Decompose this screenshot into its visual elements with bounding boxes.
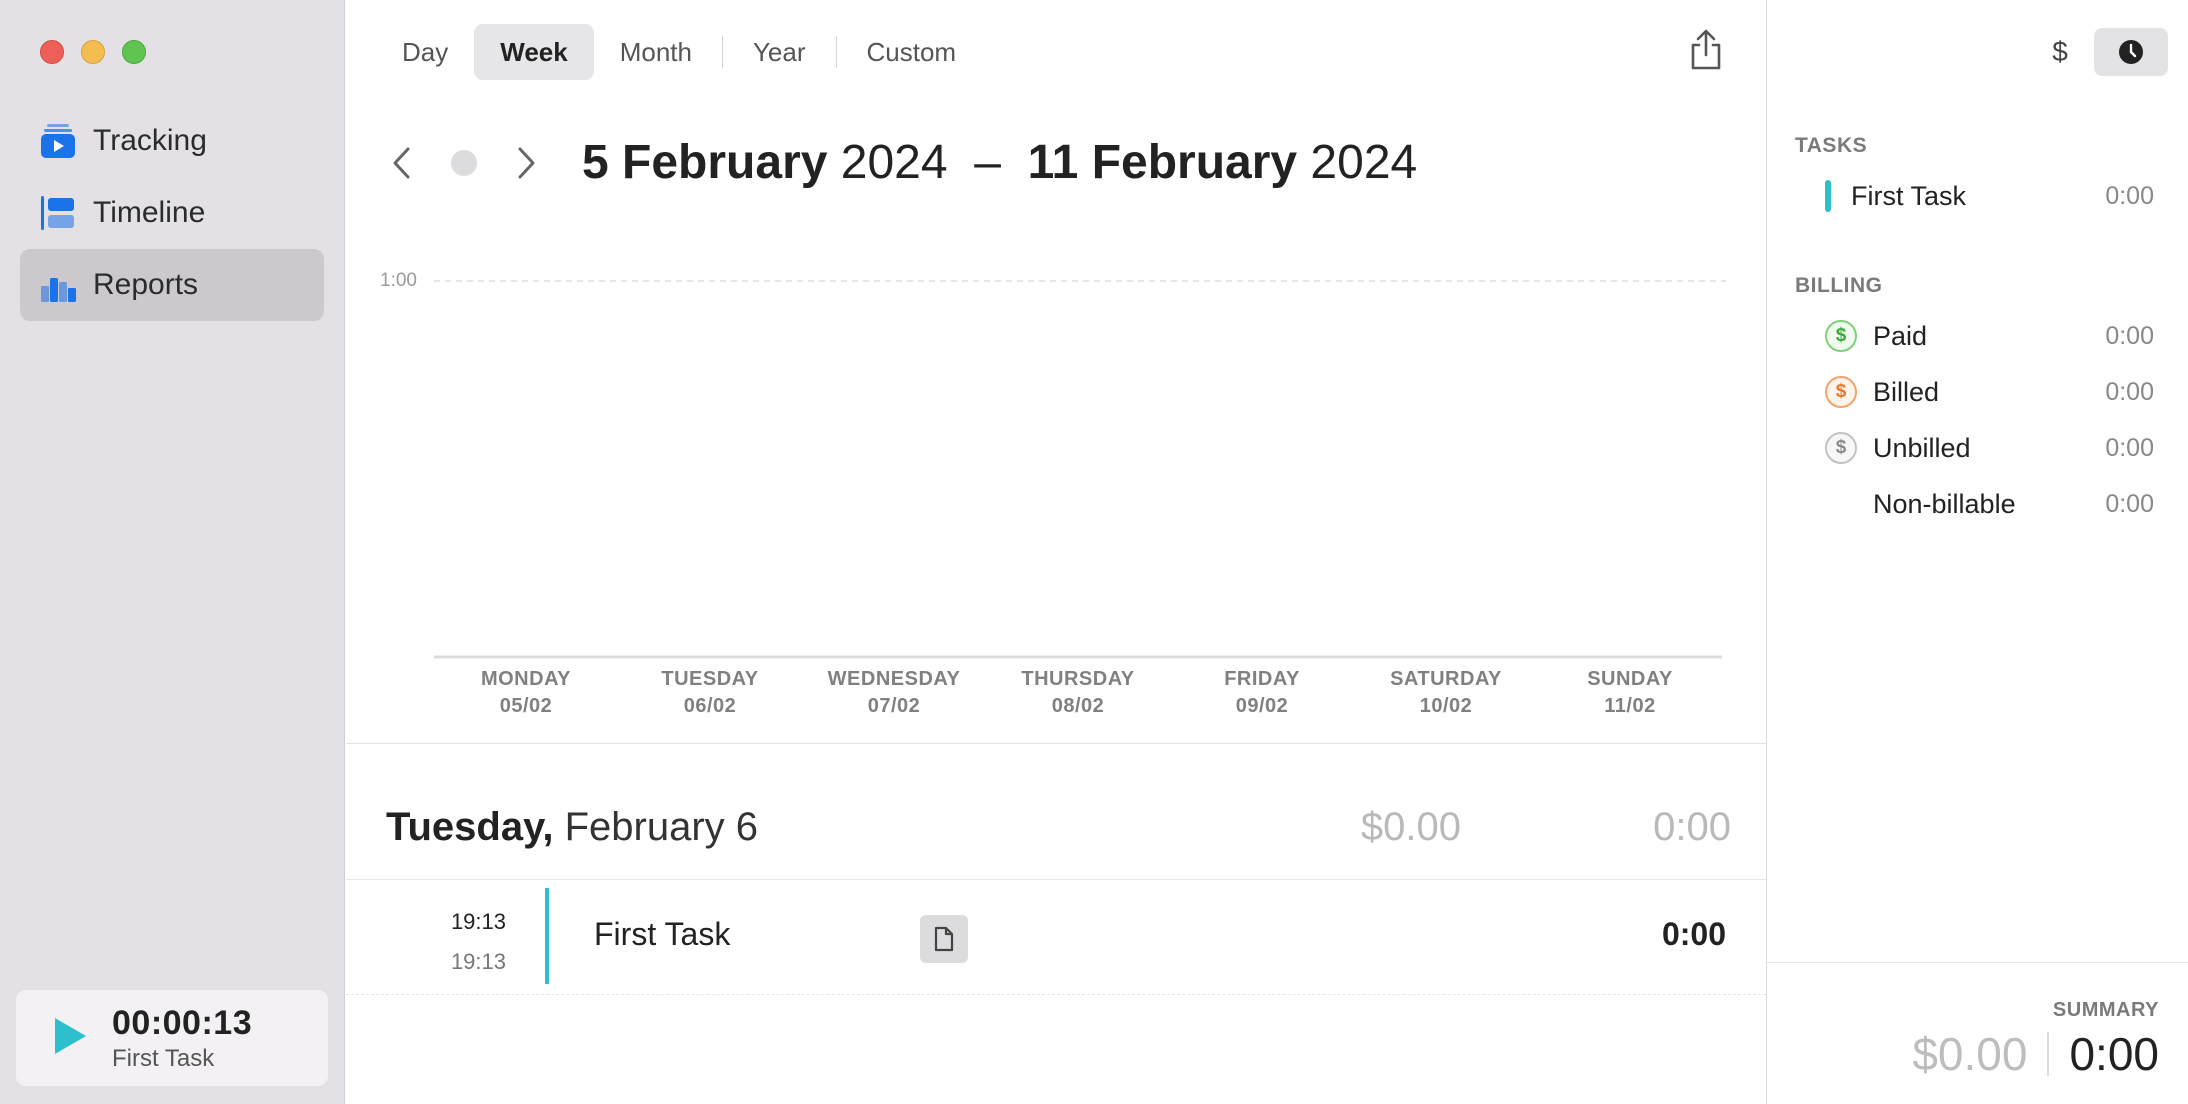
- entry-task-name: First Task: [594, 916, 731, 952]
- range-end-year: 2024: [1297, 136, 1418, 189]
- x-tick-label: SATURDAY 10/02: [1390, 668, 1502, 717]
- x-tick-label: WEDNESDAY 07/02: [827, 668, 961, 717]
- summary-amount: $0.00: [1912, 1028, 2028, 1080]
- billing-row-unbilled[interactable]: $ Unbilled 0:00: [1825, 428, 2154, 468]
- billing-label: Paid: [1873, 320, 1928, 351]
- sidebar-nav: Tracking Timeline Reports: [20, 105, 324, 321]
- window-controls: [40, 40, 146, 64]
- date-range-title: 5 February 2024 – 11 February 2024: [582, 135, 1417, 190]
- sidebar-item-tracking[interactable]: Tracking: [20, 105, 324, 177]
- x-tick-label: SUNDAY 11/02: [1587, 668, 1673, 717]
- day-group-header: Tuesday, February 6 $0.00 0:00: [386, 805, 1731, 850]
- timer-elapsed: 00:00:13: [112, 1003, 253, 1042]
- sidebar-item-timeline[interactable]: Timeline: [20, 177, 324, 249]
- sidebar-item-reports[interactable]: Reports: [20, 249, 324, 321]
- paid-dollar-icon: $: [1825, 320, 1857, 352]
- chevron-left-icon[interactable]: [386, 143, 416, 183]
- share-icon[interactable]: [1686, 28, 1726, 72]
- billing-value: 0:00: [2105, 377, 2154, 406]
- period-year-button[interactable]: Year: [727, 24, 832, 80]
- billing-value: 0:00: [2105, 321, 2154, 350]
- clock-icon[interactable]: [2094, 28, 2168, 76]
- billing-row-non-billable[interactable]: Non-billable 0:00: [1825, 484, 2154, 524]
- maximize-window-button[interactable]: [122, 40, 146, 64]
- range-start-date: 5 February: [582, 136, 828, 189]
- note-icon[interactable]: [920, 915, 968, 963]
- weekly-chart: [434, 280, 1726, 659]
- summary-footer: SUMMARY $0.00 0:00: [1767, 962, 2188, 1104]
- task-color-bar: [545, 888, 549, 984]
- billing-label: Non-billable: [1873, 488, 2016, 519]
- time-entry-row[interactable]: 19:13 19:13 First Task 0:00: [346, 888, 1766, 984]
- money-view-button[interactable]: $: [2026, 28, 2094, 76]
- x-tick-label: MONDAY 05/02: [480, 668, 572, 717]
- period-month-button[interactable]: Month: [594, 24, 718, 80]
- divider: [835, 36, 837, 68]
- day-group-weekday: Tuesday,: [386, 805, 554, 849]
- timeline-icon: [39, 194, 77, 232]
- x-tick-label: THURSDAY 08/02: [1021, 668, 1135, 717]
- summary-totals: $0.00 0:00: [1912, 1027, 2159, 1081]
- period-day-button[interactable]: Day: [376, 24, 474, 80]
- entry-start-time: 19:13: [450, 909, 506, 934]
- x-tick-label: FRIDAY 09/02: [1224, 668, 1300, 717]
- day-group-amount: $0.00: [1360, 805, 1461, 849]
- entry-times: 19:13 19:13: [446, 902, 506, 982]
- divider: [721, 36, 723, 68]
- minimize-window-button[interactable]: [81, 40, 105, 64]
- task-summary-row[interactable]: First Task 0:00: [1825, 176, 2154, 216]
- divider: [346, 994, 1766, 995]
- running-timer-card[interactable]: 00:00:13 First Task: [16, 990, 328, 1086]
- billed-dollar-icon: $: [1825, 376, 1857, 408]
- inspector-panel: $ TASKS First Task 0:00 BILLING $ Paid 0…: [1766, 0, 2188, 1104]
- main-content: Day Week Month Year Custom 5 February 20…: [346, 0, 1766, 1104]
- x-tick-label: TUESDAY 06/02: [661, 668, 759, 717]
- period-custom-button[interactable]: Custom: [841, 24, 983, 80]
- task-summary-name: First Task: [1851, 180, 1967, 211]
- unbilled-dollar-icon: $: [1825, 432, 1857, 464]
- billing-row-paid[interactable]: $ Paid 0:00: [1825, 316, 2154, 356]
- summary-label: SUMMARY: [2052, 999, 2159, 1021]
- sidebar-item-label: Tracking: [93, 124, 207, 157]
- sidebar-item-label: Reports: [93, 268, 199, 301]
- close-window-button[interactable]: [40, 40, 64, 64]
- chevron-right-icon[interactable]: [512, 143, 542, 183]
- date-range-navigation: 5 February 2024 – 11 February 2024: [386, 135, 1417, 190]
- timer-task-name: First Task: [112, 1044, 215, 1072]
- entry-duration: 0:00: [1661, 916, 1726, 952]
- billing-value: 0:00: [2105, 489, 2154, 518]
- billing-label: Billed: [1873, 376, 1940, 407]
- view-mode-toggle: $: [2026, 28, 2168, 76]
- billing-value: 0:00: [2105, 433, 2154, 462]
- day-group-duration: 0:00: [1653, 805, 1731, 849]
- entry-end-time: 19:13: [450, 949, 506, 974]
- summary-duration: 0:00: [2069, 1028, 2159, 1080]
- billing-section-title: BILLING: [1795, 274, 1883, 297]
- sidebar-item-label: Timeline: [93, 196, 206, 229]
- period-week-button[interactable]: Week: [474, 24, 594, 80]
- tracking-icon: [39, 122, 77, 160]
- reports-icon: [39, 266, 77, 304]
- billing-row-billed[interactable]: $ Billed 0:00: [1825, 372, 2154, 412]
- x-axis-labels: MONDAY 05/02 TUESDAY 06/02 WEDNESDAY 07/02 …: [434, 666, 1722, 720]
- range-end-date: 11 February: [1027, 136, 1298, 189]
- sidebar: Tracking Timeline Reports 00:00:13 First…: [0, 0, 345, 1104]
- divider: [346, 879, 1766, 880]
- period-selector: Day Week Month Year Custom: [376, 24, 982, 80]
- range-separator: –: [947, 136, 1028, 189]
- play-icon[interactable]: [52, 1016, 88, 1061]
- day-group-date: February 6: [553, 805, 758, 849]
- divider: [346, 743, 1766, 744]
- task-summary-value: 0:00: [2105, 181, 2154, 210]
- current-period-button[interactable]: [451, 149, 477, 176]
- divider: [2047, 1032, 2050, 1076]
- range-start-year: 2024: [827, 136, 948, 189]
- task-color-bar: [1825, 180, 1831, 212]
- billing-label: Unbilled: [1873, 432, 1971, 463]
- tasks-section-title: TASKS: [1795, 134, 1868, 157]
